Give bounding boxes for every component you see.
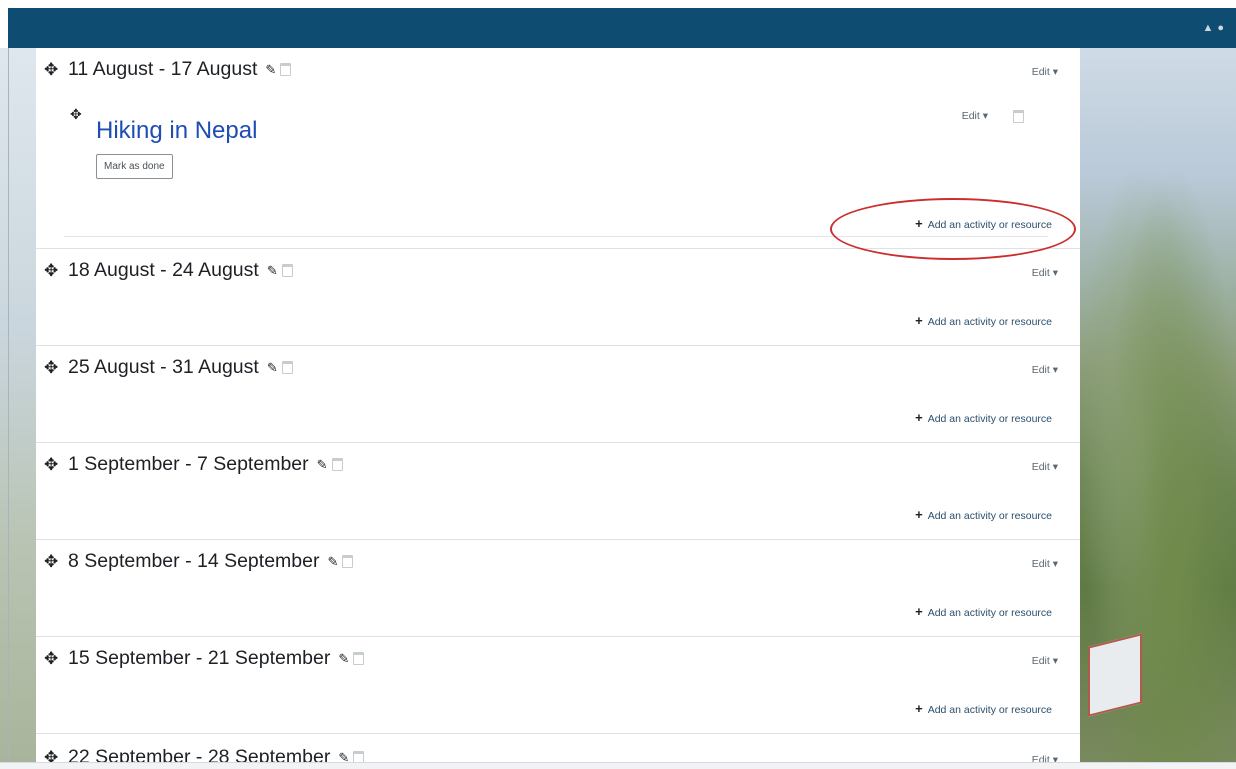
plus-icon: + <box>915 313 923 328</box>
trash-icon[interactable] <box>331 458 343 471</box>
add-activity-label: Add an activity or resource <box>927 607 1052 619</box>
plus-icon: + <box>915 410 923 425</box>
section-edit-menu[interactable]: Edit ▾ <box>1032 267 1058 279</box>
section-title[interactable]: 15 September - 21 September <box>68 647 330 670</box>
pencil-icon[interactable]: ✎ <box>338 651 349 667</box>
section-header: ✥ 25 August - 31 August ✎ <box>44 356 293 379</box>
trash-icon[interactable] <box>1013 110 1024 123</box>
trash-icon[interactable] <box>280 63 292 76</box>
course-section: ✥ 11 August - 17 August ✎ Edit ▾ ✥ Hikin… <box>36 48 1080 260</box>
trash-icon[interactable] <box>281 264 293 277</box>
trash-icon[interactable] <box>342 555 354 568</box>
section-edit-menu[interactable]: Edit ▾ <box>1032 364 1058 376</box>
top-navbar: ▲● <box>8 8 1236 48</box>
divider <box>8 48 9 768</box>
mark-as-done-button[interactable]: Mark as done <box>96 154 173 179</box>
move-icon[interactable]: ✥ <box>70 106 82 123</box>
plus-icon: + <box>915 701 923 716</box>
course-section: ✥ 15 September - 21 September ✎ Edit ▾ +… <box>36 637 1080 734</box>
move-icon[interactable]: ✥ <box>44 261 64 281</box>
section-edit-menu[interactable]: Edit ▾ <box>1032 655 1058 667</box>
section-header: ✥ 1 September - 7 September ✎ <box>44 453 343 476</box>
add-activity-label: Add an activity or resource <box>927 704 1052 716</box>
section-title[interactable]: 1 September - 7 September <box>68 453 309 476</box>
add-activity-button[interactable]: + Add an activity or resource <box>915 507 1052 522</box>
background-left-strip <box>0 48 36 768</box>
trash-icon[interactable] <box>281 361 293 374</box>
section-header: ✥ 11 August - 17 August ✎ <box>44 58 292 81</box>
plus-icon: + <box>915 507 923 522</box>
add-activity-button[interactable]: + Add an activity or resource <box>915 410 1052 425</box>
course-section: ✥ 8 September - 14 September ✎ Edit ▾ + A… <box>36 540 1080 637</box>
pencil-icon[interactable]: ✎ <box>267 360 278 376</box>
add-activity-label: Add an activity or resource <box>927 510 1052 522</box>
pencil-icon[interactable]: ✎ <box>267 263 278 279</box>
add-activity-button[interactable]: + Add an activity or resource <box>915 701 1052 716</box>
section-title[interactable]: 18 August - 24 August <box>68 259 259 282</box>
course-section: ✥ 25 August - 31 August ✎ Edit ▾ + Add an… <box>36 346 1080 443</box>
background-photo <box>1080 48 1236 768</box>
add-activity-label: Add an activity or resource <box>927 413 1052 425</box>
activity-link[interactable]: Hiking in Nepal <box>96 117 257 145</box>
move-icon[interactable]: ✥ <box>44 552 64 572</box>
section-header: ✥ 18 August - 24 August ✎ <box>44 259 293 282</box>
move-icon[interactable]: ✥ <box>44 60 64 80</box>
section-title[interactable]: 8 September - 14 September <box>68 550 319 573</box>
section-edit-menu[interactable]: Edit ▾ <box>1032 558 1058 570</box>
section-edit-menu[interactable]: Edit ▾ <box>1032 461 1058 473</box>
course-section: ✥ 18 August - 24 August ✎ Edit ▾ + Add an… <box>36 249 1080 346</box>
pencil-icon[interactable]: ✎ <box>317 457 328 473</box>
pencil-icon[interactable]: ✎ <box>327 554 338 570</box>
course-content: ✥ 11 August - 17 August ✎ Edit ▾ ✥ Hikin… <box>36 48 1080 768</box>
section-header: ✥ 15 September - 21 September ✎ <box>44 647 365 670</box>
add-activity-button[interactable]: + Add an activity or resource <box>915 313 1052 328</box>
add-activity-label: Add an activity or resource <box>927 316 1052 328</box>
notification-icons[interactable]: ▲● <box>1202 22 1228 34</box>
section-title[interactable]: 11 August - 17 August <box>68 58 257 81</box>
pencil-icon[interactable]: ✎ <box>265 62 276 78</box>
activity-edit-menu[interactable]: Edit ▾ <box>962 110 988 122</box>
section-title[interactable]: 25 August - 31 August <box>68 356 259 379</box>
move-icon[interactable]: ✥ <box>44 358 64 378</box>
section-edit-menu[interactable]: Edit ▾ <box>1032 66 1058 78</box>
move-icon[interactable]: ✥ <box>44 649 64 669</box>
course-section: ✥ 1 September - 7 September ✎ Edit ▾ + Ad… <box>36 443 1080 540</box>
add-activity-button[interactable]: + Add an activity or resource <box>915 604 1052 619</box>
move-icon[interactable]: ✥ <box>44 455 64 475</box>
plus-icon: + <box>915 604 923 619</box>
section-header: ✥ 8 September - 14 September ✎ <box>44 550 354 573</box>
trash-icon[interactable] <box>353 652 365 665</box>
background-house <box>1088 633 1142 717</box>
